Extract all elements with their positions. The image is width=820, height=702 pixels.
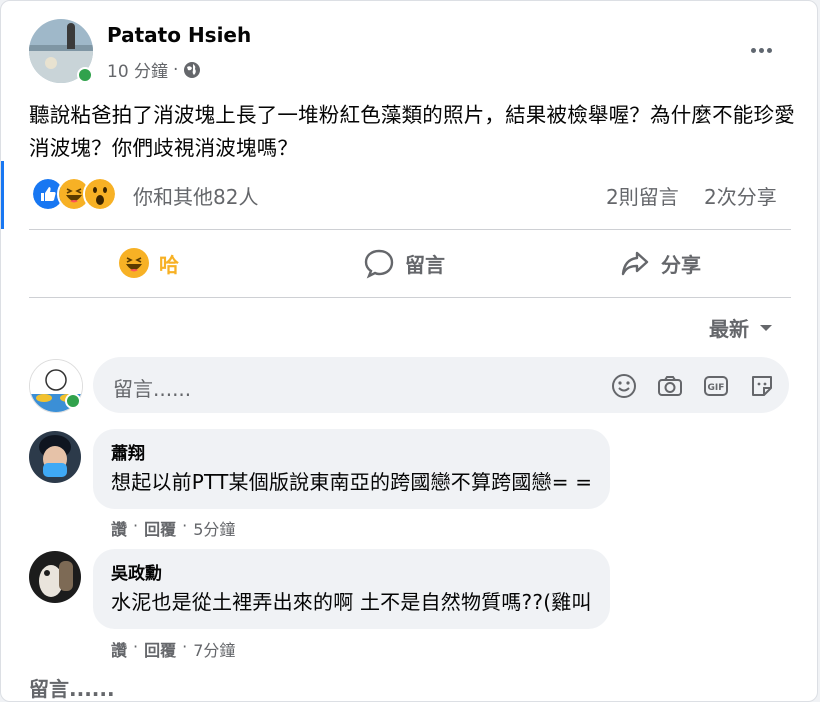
post-meta: 10 分鐘 · [107,57,201,82]
more-options-button[interactable] [741,37,781,63]
reply-link[interactable]: 回覆 [144,516,176,540]
reply-link[interactable]: 回覆 [144,637,176,661]
camera-icon[interactable] [657,373,683,399]
shares-count[interactable]: 2次分享 [704,181,777,210]
comment-text: 想起以前PTT某個版說東南亞的跨國戀不算跨國戀= = [111,470,593,494]
haha-reaction-button[interactable]: 哈 [119,245,179,281]
separator-dot: · [182,637,188,656]
comment-sort-dropdown[interactable]: 最新 [709,313,773,342]
like-comment-link[interactable]: 讚 [111,516,127,540]
share-button[interactable]: 分享 [619,245,701,281]
author-name[interactable]: Patato Hsieh [107,23,251,47]
globe-icon [184,61,201,78]
separator-dot: · [133,637,139,656]
comment-label: 留言 [405,252,445,277]
share-icon [621,251,649,276]
separator-dot: · [173,59,179,80]
comment-bubble: 蕭翔 想起以前PTT某個版說東南亞的跨國戀不算跨國戀= = [93,429,611,509]
svg-text:GIF: GIF [708,383,725,393]
commenter-name[interactable]: 吳政勳 [111,561,592,587]
post-time[interactable]: 10 分鐘 [107,57,168,82]
commenter-avatar[interactable] [29,431,81,483]
reaction-icons[interactable] [31,177,117,211]
comment-actions: 讚 · 回覆 · 7分鐘 [111,637,235,661]
focus-indicator [1,161,4,229]
comment-input[interactable]: 留言...... [113,373,191,402]
haha-icon [119,248,149,278]
emoji-icon[interactable] [611,373,637,399]
comment-bubble: 吳政勳 水泥也是從土裡弄出來的啊 土不是自然物質嗎??(雞叫 [93,549,610,629]
comment-composer[interactable]: 留言...... GIF [93,357,789,413]
haha-label: 哈 [159,252,179,277]
commenter-avatar[interactable] [29,551,81,603]
divider [29,297,791,298]
comment-time[interactable]: 5分鐘 [193,516,235,540]
post-card: Patato Hsieh 10 分鐘 · 聽說粘爸拍了消波塊上長了一堆粉紅色藻類… [0,0,818,702]
comment-icon [364,249,394,279]
share-label: 分享 [661,252,701,277]
write-comment-link[interactable]: 留言...... [29,673,115,702]
gif-icon[interactable]: GIF [703,373,729,399]
reactions-summary[interactable]: 你和其他82人 [133,181,258,210]
online-status-dot [65,393,81,409]
sticker-icon[interactable] [749,373,775,399]
comments-count[interactable]: 2則留言 [606,181,679,210]
caret-down-icon [760,324,772,331]
comment-actions: 讚 · 回覆 · 5分鐘 [111,516,235,540]
comment-text: 水泥也是從土裡弄出來的啊 土不是自然物質嗎??(雞叫 [111,590,592,614]
commenter-name[interactable]: 蕭翔 [111,441,592,467]
more-icon [750,47,756,53]
online-status-dot [77,67,93,83]
comment-button[interactable]: 留言 [363,245,445,281]
separator-dot: · [182,516,188,535]
comment-time[interactable]: 7分鐘 [193,637,235,661]
separator-dot: · [133,516,139,535]
divider [29,229,791,230]
wow-icon [83,177,117,211]
sort-label: 最新 [709,317,749,341]
post-text: 聽說粘爸拍了消波塊上長了一堆粉紅色藻類的照片，結果被檢舉喔？為什麼不能珍愛消波塊… [29,103,795,160]
like-comment-link[interactable]: 讚 [111,637,127,661]
